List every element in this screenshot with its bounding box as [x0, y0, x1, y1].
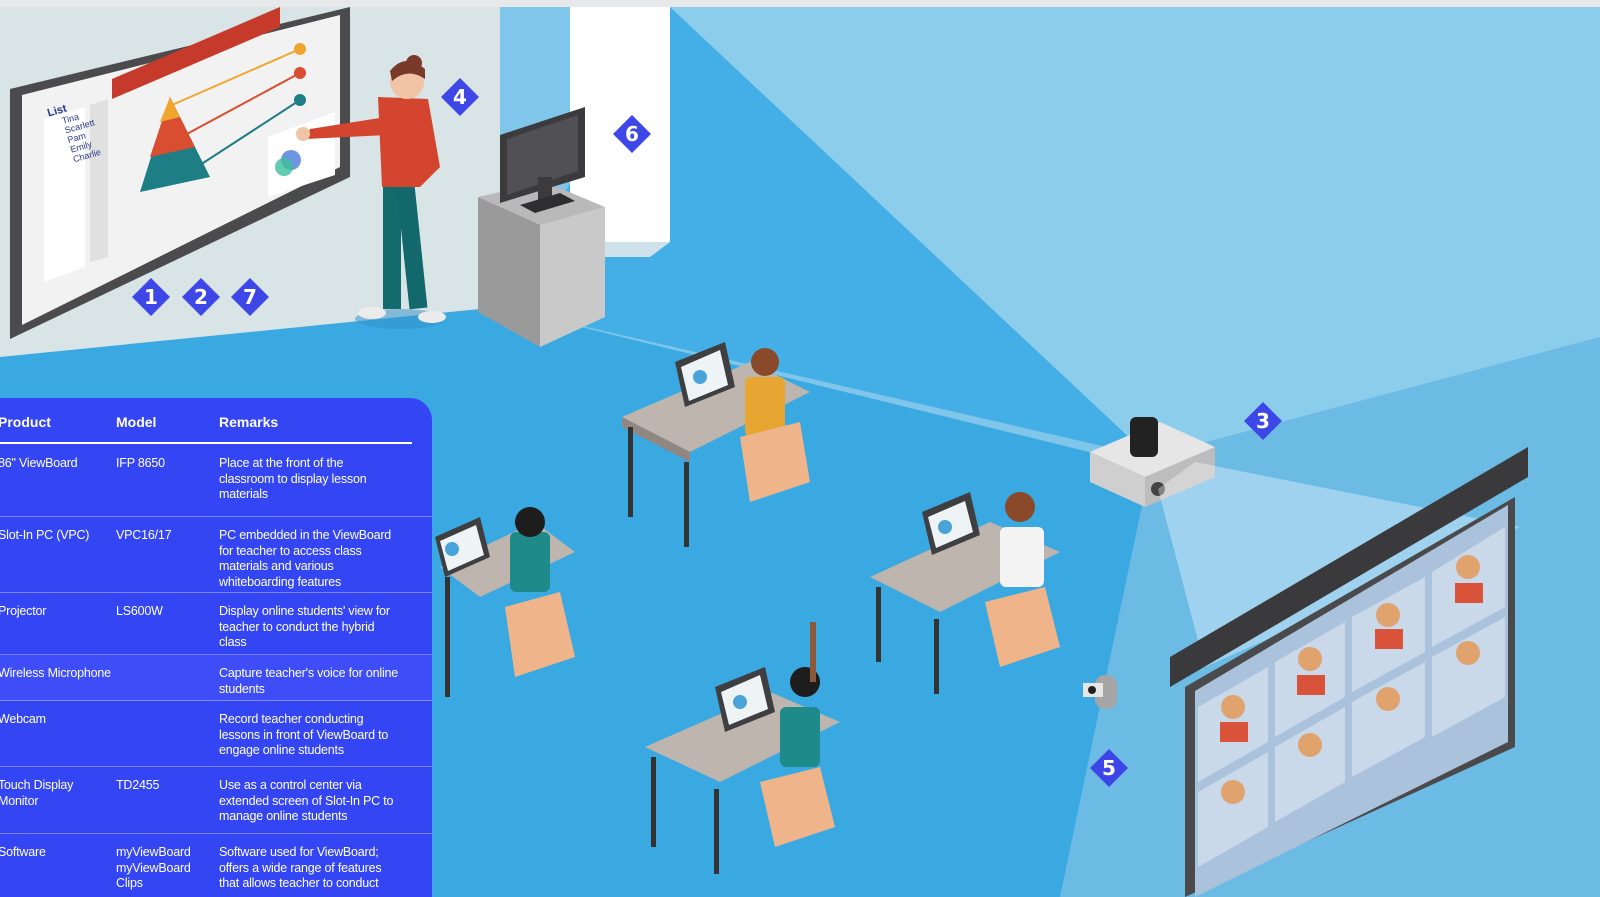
cell-remarks: Place at the front of the classroom to d…: [219, 456, 367, 501]
product-table: Product Model Remarks 86" ViewBoard IFP …: [0, 398, 432, 897]
table-row: 86" ViewBoard IFP 8650 Place at the fron…: [0, 444, 432, 517]
cell-product: Wireless Microphone: [0, 666, 111, 680]
cell-model: LS600W: [116, 604, 163, 618]
cell-model: VPC16/17: [116, 528, 172, 542]
table-row: Webcam Record teacher conducting lessons…: [0, 700, 432, 767]
marker-4-badge[interactable]: 4: [440, 77, 480, 117]
table-row: Software myViewBoard myViewBoard Clips S…: [0, 833, 432, 897]
cell-remarks: Software used for ViewBoard; offers a wi…: [219, 845, 382, 890]
marker-3-badge[interactable]: 3: [1243, 401, 1283, 441]
cell-remarks: Capture teacher's voice for online stude…: [219, 666, 399, 696]
table-row: Wireless Microphone Capture teacher's vo…: [0, 654, 432, 701]
header-product: Product: [0, 414, 51, 430]
cell-remarks: Record teacher conducting lessons in fro…: [219, 712, 389, 757]
cell-product: Webcam: [0, 712, 46, 726]
cell-model: TD2455: [116, 778, 160, 792]
marker-6-badge[interactable]: 6: [612, 114, 652, 154]
cell-remarks: Use as a control center via extended scr…: [219, 778, 394, 823]
marker-5-badge[interactable]: 5: [1089, 748, 1129, 788]
cell-product: 86" ViewBoard: [0, 456, 78, 470]
cell-model: myViewBoard myViewBoard Clips: [116, 845, 191, 890]
cell-remarks: PC embedded in the ViewBoard for teacher…: [219, 528, 392, 589]
cell-product: Slot-In PC (VPC): [0, 528, 90, 542]
table-row: Slot-In PC (VPC) VPC16/17 PC embedded in…: [0, 516, 432, 593]
cell-remarks: Display online students' view for teache…: [219, 604, 390, 649]
marker-2-badge[interactable]: 2: [181, 277, 221, 317]
table-row: Projector LS600W Display online students…: [0, 592, 432, 655]
cell-model: IFP 8650: [116, 456, 165, 470]
header-model: Model: [116, 414, 157, 430]
marker-1-badge[interactable]: 1: [131, 277, 171, 317]
marker-7-badge[interactable]: 7: [230, 277, 270, 317]
cell-product: Touch Display Monitor: [0, 778, 74, 808]
table-header: Product Model Remarks: [0, 398, 432, 444]
table-row: Touch Display Monitor TD2455 Use as a co…: [0, 766, 432, 834]
header-remarks: Remarks: [219, 414, 279, 430]
cell-product: Software: [0, 845, 46, 859]
cell-product: Projector: [0, 604, 47, 618]
